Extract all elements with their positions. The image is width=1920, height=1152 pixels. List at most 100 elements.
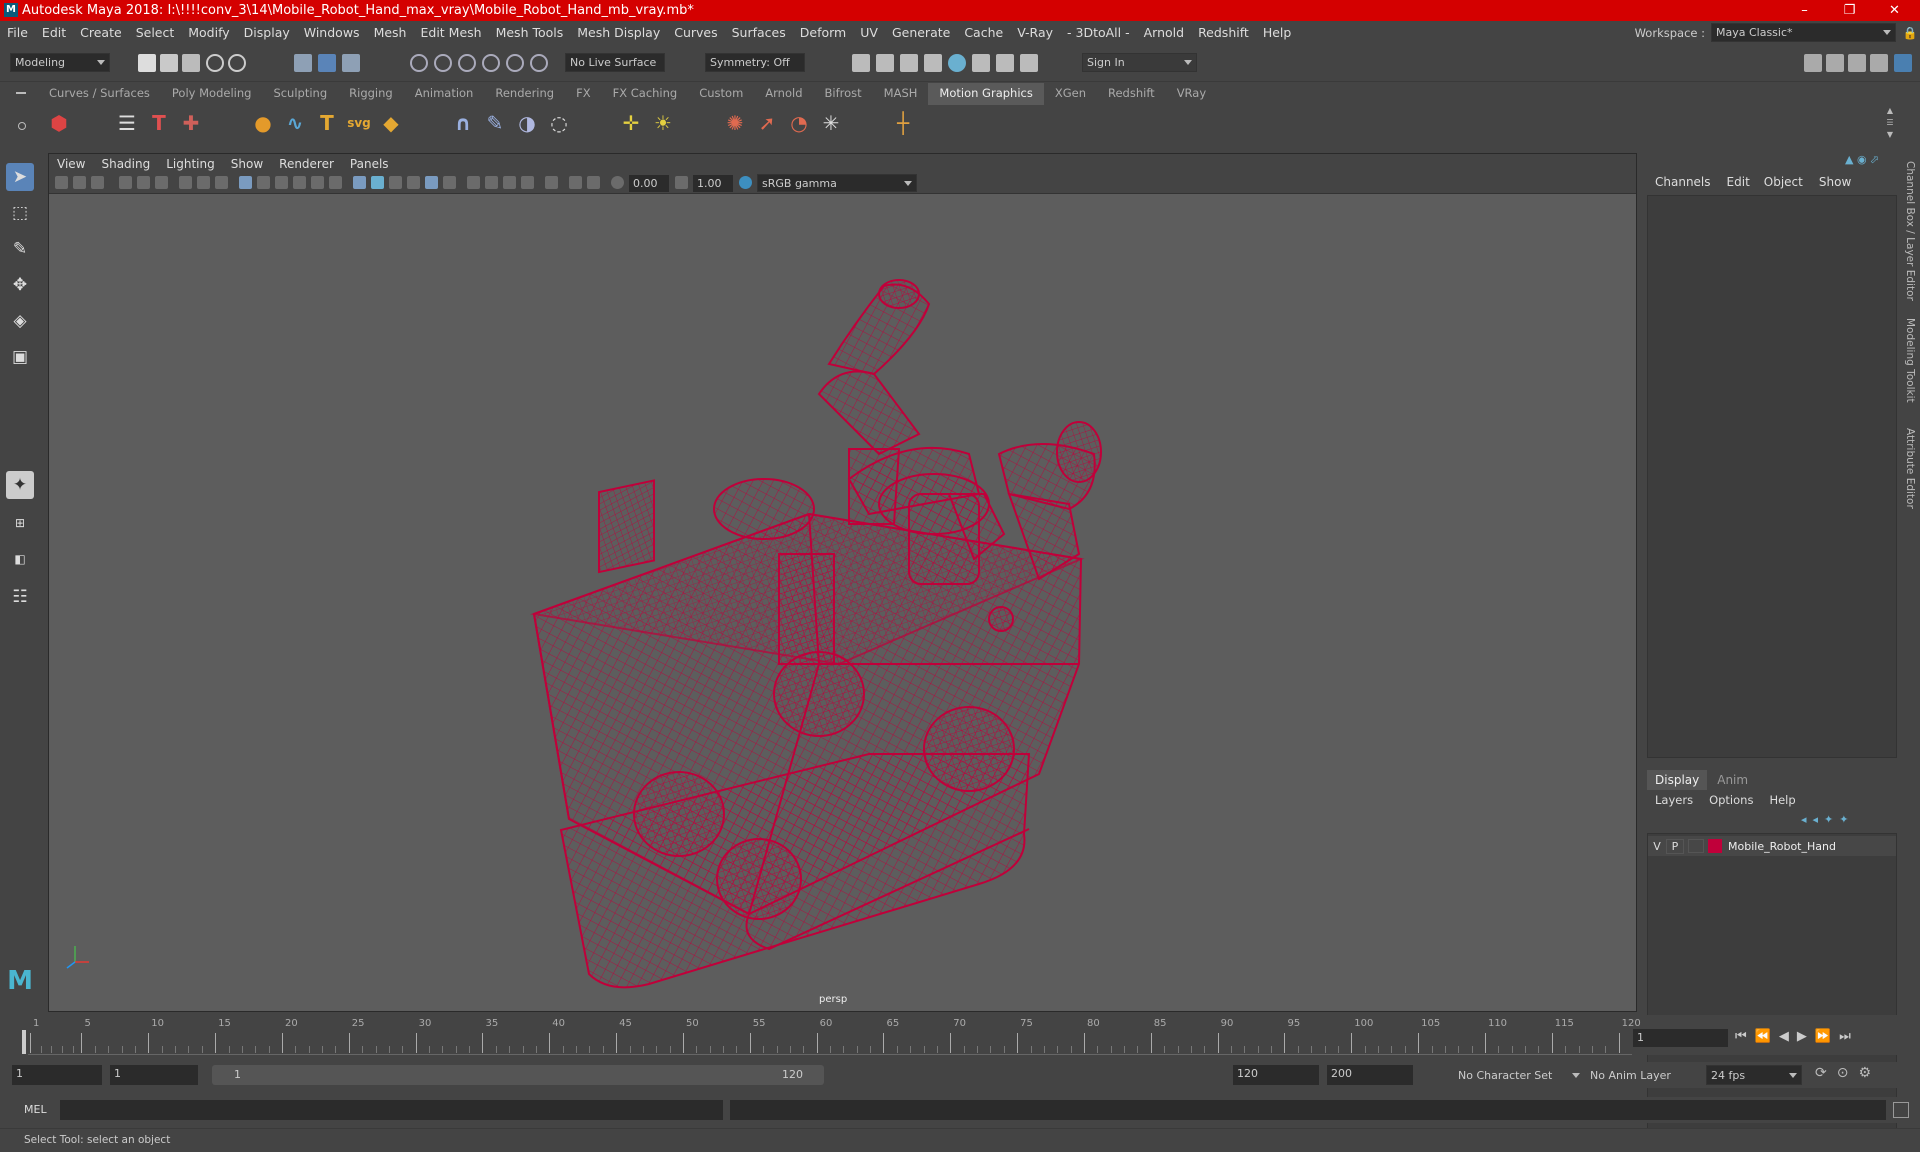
shelf-tab-arnold[interactable]: Arnold xyxy=(754,83,813,105)
modeling-toolkit-icon[interactable] xyxy=(1804,54,1822,72)
maximize-button[interactable]: ❐ xyxy=(1827,0,1872,21)
menu-file[interactable]: File xyxy=(0,25,35,40)
layers-menu[interactable]: Layers xyxy=(1647,793,1701,807)
fps-dropdown[interactable]: 24 fps xyxy=(1706,1065,1802,1085)
shelf-tab-redshift[interactable]: Redshift xyxy=(1097,83,1166,105)
snap-grid-icon[interactable] xyxy=(410,54,428,72)
film-gate-icon[interactable] xyxy=(155,176,168,189)
depth-of-field-icon[interactable] xyxy=(521,176,534,189)
layer-row[interactable]: V P Mobile_Robot_Hand xyxy=(1648,836,1896,856)
shelf-tab-sculpting[interactable]: Sculpting xyxy=(262,83,338,105)
arrow-icon[interactable]: ➚ xyxy=(752,108,782,138)
brush-icon[interactable]: ✎ xyxy=(480,108,510,138)
select-hierarchy-icon[interactable] xyxy=(294,54,312,72)
menu-modify[interactable]: Modify xyxy=(181,25,236,40)
safe-title-icon[interactable] xyxy=(329,176,342,189)
shelf-tab-animation[interactable]: Animation xyxy=(404,83,485,105)
menu-edit-mesh[interactable]: Edit Mesh xyxy=(413,25,488,40)
channel-edit-menu[interactable]: Edit xyxy=(1721,175,1756,189)
type-tool-icon[interactable]: T xyxy=(144,108,174,138)
layer-tab-display[interactable]: Display xyxy=(1647,770,1708,790)
curve-mash-icon[interactable]: ∿ xyxy=(280,108,310,138)
menu-mesh-display[interactable]: Mesh Display xyxy=(570,25,667,40)
wireframe-icon[interactable] xyxy=(353,176,366,189)
color-space-dropdown[interactable]: sRGB gamma xyxy=(757,174,917,192)
playback-start-field[interactable]: 1 xyxy=(110,1065,198,1085)
menu-deform[interactable]: Deform xyxy=(793,25,853,40)
snap-curve-icon[interactable] xyxy=(434,54,452,72)
cmd-language-label[interactable]: MEL xyxy=(24,1103,47,1116)
time-slider[interactable]: 1 5 10 15 20 25 30 35 40 45 50 55 60 65 70 75 80 85 90 95 10… xyxy=(0,1015,1920,1055)
panel-toggle-icons[interactable]: ▲ ◉ ⬀ xyxy=(1845,153,1900,167)
snowflake-icon[interactable]: ✳ xyxy=(816,108,846,138)
sweep-icon[interactable]: ∩ xyxy=(448,108,478,138)
menu-generate[interactable]: Generate xyxy=(885,25,957,40)
viewport-menu-view[interactable]: View xyxy=(49,157,93,171)
viewport-menu-shading[interactable]: Shading xyxy=(93,157,158,171)
layer-name[interactable]: Mobile_Robot_Hand xyxy=(1728,840,1836,853)
select-object-icon[interactable] xyxy=(318,54,336,72)
render-view-icon[interactable] xyxy=(972,54,990,72)
shelf-tab-curves-surfaces[interactable]: Curves / Surfaces xyxy=(38,83,161,105)
snap-view-icon[interactable] xyxy=(482,54,500,72)
layer-type-toggle[interactable] xyxy=(1688,839,1704,853)
render-settings-icon[interactable] xyxy=(924,54,942,72)
cube-icon[interactable]: ◆ xyxy=(376,108,406,138)
shelf-tab-rigging[interactable]: Rigging xyxy=(338,83,404,105)
menu-surfaces[interactable]: Surfaces xyxy=(725,25,793,40)
camera-icon[interactable] xyxy=(119,176,132,189)
shelf-tab-bifrost[interactable]: Bifrost xyxy=(814,83,873,105)
ambient-occlusion-icon[interactable] xyxy=(467,176,480,189)
mode-dropdown[interactable]: Modeling xyxy=(10,53,110,72)
render-region-icon[interactable] xyxy=(852,54,870,72)
channel-object-menu[interactable]: Object xyxy=(1756,175,1811,189)
menu-display[interactable]: Display xyxy=(237,25,297,40)
open-scene-icon[interactable] xyxy=(160,54,178,72)
circle-arc-icon[interactable]: ◌ xyxy=(544,108,574,138)
robot-wireframe-model[interactable] xyxy=(49,194,1638,1013)
cmd-input[interactable] xyxy=(60,1100,723,1120)
sign-in-button[interactable]: Sign In xyxy=(1082,53,1197,72)
viewport-menu-renderer[interactable]: Renderer xyxy=(271,157,342,171)
exposure-field[interactable]: 0.00 xyxy=(629,175,669,192)
sphere-mash-icon[interactable]: ● xyxy=(248,108,278,138)
workspace-dropdown[interactable]: Maya Classic* xyxy=(1711,23,1896,42)
gamma-icon[interactable] xyxy=(675,176,688,189)
shelf-tab-mash[interactable]: MASH xyxy=(873,83,929,105)
shadows-icon[interactable] xyxy=(443,176,456,189)
motion-blur-icon[interactable] xyxy=(485,176,498,189)
svg-icon[interactable]: svg xyxy=(344,108,374,138)
rotate-tool-icon[interactable]: ◈ xyxy=(6,307,34,335)
textured-icon[interactable] xyxy=(407,176,420,189)
menu-help[interactable]: Help xyxy=(1256,25,1299,40)
select-component-icon[interactable] xyxy=(342,54,360,72)
lock-icon[interactable]: 🔒 xyxy=(1900,26,1920,40)
new-scene-icon[interactable] xyxy=(138,54,156,72)
text-icon[interactable]: T xyxy=(312,108,342,138)
lasso-tool-icon[interactable]: ⬚ xyxy=(6,199,34,227)
cross-icon[interactable]: ┼ xyxy=(888,108,918,138)
menu-redshift[interactable]: Redshift xyxy=(1191,25,1256,40)
menu-arnold[interactable]: Arnold xyxy=(1137,25,1191,40)
shelf-tab-xgen[interactable]: XGen xyxy=(1044,83,1097,105)
color-management-icon[interactable] xyxy=(739,176,752,189)
lighting-icon[interactable] xyxy=(425,176,438,189)
particles-icon[interactable]: ✺ xyxy=(720,108,750,138)
options-menu[interactable]: Options xyxy=(1701,793,1761,807)
anim-layer-dropdown[interactable]: No Anim Layer xyxy=(1586,1065,1686,1085)
paint-select-icon[interactable]: ✎ xyxy=(6,235,34,263)
xray-icon[interactable] xyxy=(215,176,228,189)
anim-start-field[interactable]: 1 xyxy=(12,1065,102,1085)
ipr-render-icon[interactable] xyxy=(900,54,918,72)
minimize-button[interactable]: – xyxy=(1782,0,1827,21)
menu-mesh-tools[interactable]: Mesh Tools xyxy=(489,25,571,40)
channel-box-icon[interactable] xyxy=(1870,54,1888,72)
dynamics-icon[interactable]: ◔ xyxy=(784,108,814,138)
shelf-tab-fx[interactable]: FX xyxy=(565,83,602,105)
shelf-tab-poly-modeling[interactable]: Poly Modeling xyxy=(161,83,263,105)
move-tool-icon[interactable]: ✥ xyxy=(6,271,34,299)
layer-arrange-icons[interactable]: ◂◂✦✦ xyxy=(1801,813,1896,829)
channel-show-menu[interactable]: Show xyxy=(1811,175,1859,189)
render-frame-icon[interactable] xyxy=(876,54,894,72)
add-mash-icon[interactable]: ✚ xyxy=(176,108,206,138)
